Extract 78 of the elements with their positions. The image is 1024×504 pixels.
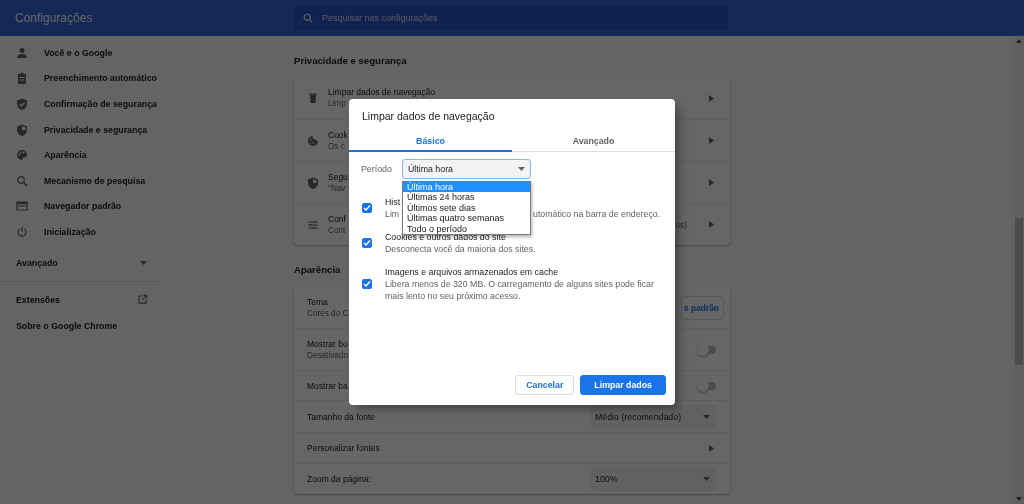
search-icon	[303, 13, 313, 23]
page-title: Configurações	[15, 11, 93, 25]
dialog-title: Limpar dados de navegação	[362, 109, 495, 123]
checkbox[interactable]	[362, 279, 372, 289]
option-title: Imagens e arquivos armazenados em cache	[385, 266, 559, 278]
shield-icon	[307, 176, 319, 189]
arrow-icon[interactable]	[709, 94, 714, 102]
option-description: Libera menos de 320 MB. O carregamento de alguns sites pode ficar mais lento no seu próximo acesso.	[385, 278, 655, 302]
dropdown-option[interactable]: Últimos sete dias	[403, 202, 530, 214]
arrow-icon[interactable]	[709, 444, 714, 452]
caret-icon	[518, 167, 525, 171]
search-icon	[16, 174, 28, 187]
sliders-icon	[307, 218, 319, 231]
setting-title: Mostrar bo	[307, 337, 348, 350]
sidebar-item[interactable]: Confirmação de segurança	[0, 91, 260, 117]
period-select[interactable]: Última hora	[402, 159, 531, 179]
trash-icon	[307, 92, 319, 104]
scrollbar[interactable]	[1014, 36, 1024, 504]
setting-subtitle: "Nav	[328, 182, 346, 195]
sidebar-link[interactable]: Extensões	[0, 286, 160, 313]
setting-title: Tema	[307, 295, 328, 308]
caret-icon	[703, 414, 710, 419]
sidebar-item[interactable]: Mecanismo de pesquisa	[0, 167, 260, 194]
arrow-icon[interactable]	[709, 221, 714, 228]
setting-title: Segu	[328, 170, 348, 183]
caret-icon	[703, 477, 710, 481]
setting-title: Limpar dados de navegação	[328, 86, 436, 98]
option-description: utomático na barra de endereço.	[533, 208, 661, 220]
advanced-section-toggle[interactable]: Avançado	[0, 249, 160, 276]
arrow-icon[interactable]	[709, 179, 714, 186]
setting-subtitle: Desativado	[307, 349, 348, 362]
setting-title: Cook	[328, 128, 348, 141]
external-link-icon	[137, 294, 148, 306]
dropdown-option[interactable]: Todo o período	[403, 223, 530, 234]
option-description: Desconecta você da maioria dos sites.	[385, 243, 536, 255]
palette-icon	[16, 149, 28, 162]
checkbox[interactable]	[362, 238, 372, 248]
power-icon	[16, 225, 28, 238]
sidebar-item[interactable]: Navegador padrão	[0, 193, 260, 220]
browser-window-icon	[16, 200, 28, 213]
section-title: Privacidade e segurança	[294, 54, 407, 66]
clipboard-icon	[16, 72, 28, 85]
clear-data-button[interactable]: Limpar dados	[580, 375, 666, 395]
select-field[interactable]: Médio (recomendado)	[590, 404, 716, 429]
dropdown-option[interactable]: Última hora	[403, 182, 530, 193]
setting-title: Zoom da página:	[307, 473, 371, 485]
shield-check-icon	[16, 98, 28, 110]
dropdown-option[interactable]: Últimas quatro semanas	[403, 213, 530, 224]
sidebar-item[interactable]: Você e o Google	[0, 40, 260, 66]
section-title: Aparência	[294, 263, 341, 275]
option-title: Hist	[385, 196, 401, 208]
arrow-icon[interactable]	[709, 137, 714, 144]
toggle-switch[interactable]	[699, 381, 716, 390]
sidebar-item[interactable]: Preenchimento automático	[0, 65, 260, 92]
setting-title: Tamanho da fonte	[307, 410, 376, 423]
checkbox[interactable]	[362, 203, 372, 213]
select-field[interactable]: 100%	[590, 467, 716, 491]
tab[interactable]: Avançado	[512, 131, 675, 152]
person-icon	[16, 46, 28, 59]
period-label: Período	[361, 164, 393, 174]
sidebar-item[interactable]: Inicialização	[0, 219, 260, 245]
dropdown-option[interactable]: Últimas 24 horas	[403, 192, 530, 203]
sidebar-item[interactable]: Aparência	[0, 142, 260, 168]
scroll-up-icon[interactable]	[1016, 39, 1022, 43]
setting-title: Conf	[328, 212, 346, 225]
scroll-down-icon[interactable]	[1016, 497, 1022, 501]
sidebar-link[interactable]: Sobre o Google Chrome	[0, 312, 160, 339]
setting-subtitle: Limp	[328, 98, 346, 110]
cancel-button[interactable]: Cancelar	[515, 375, 575, 395]
option-description: Lim	[385, 208, 401, 220]
toggle-switch[interactable]	[699, 345, 716, 354]
shield-icon	[16, 123, 28, 136]
reset-button[interactable]: s padrão	[681, 295, 724, 320]
cookie-icon	[307, 134, 319, 147]
sidebar-item[interactable]: Privacidade e segurança	[0, 116, 260, 143]
tab[interactable]: Básico	[349, 131, 512, 152]
setting-title: Mostrar ba	[307, 379, 348, 392]
setting-title: Personalizar fontes	[307, 442, 380, 454]
